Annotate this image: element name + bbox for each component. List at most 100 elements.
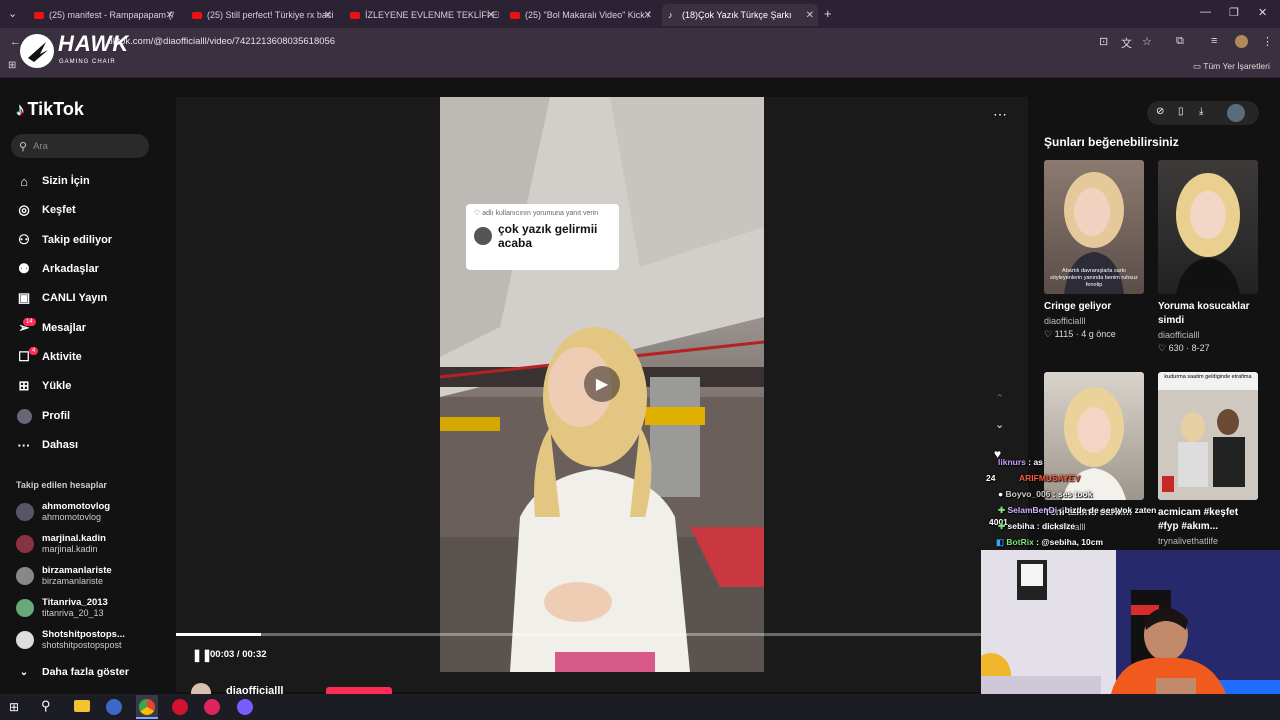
user-avatar[interactable]	[1227, 104, 1245, 122]
reading-list-icon[interactable]: ≡	[1211, 35, 1217, 47]
nav-more[interactable]: ··· Dahası	[16, 437, 79, 453]
all-bookmarks[interactable]: ▭ Tüm Yer İşaretleri	[1193, 61, 1270, 72]
previous-video-icon[interactable]: ⌃	[995, 392, 1004, 405]
nav-label: Arkadaşlar	[42, 263, 99, 275]
video-progress-track[interactable]	[176, 633, 1028, 636]
browser-tab[interactable]: (25) manifest - Rampapapam (/ ✕	[28, 4, 178, 26]
avatar	[16, 630, 34, 649]
avatar	[16, 598, 34, 617]
tab-search-icon[interactable]: ⌄	[8, 7, 17, 20]
close-tab-icon[interactable]: ✕	[806, 10, 814, 21]
chat-message: ARIFMUSAYEV	[1019, 473, 1081, 483]
nav-upload[interactable]: ⊞ Yükle	[16, 378, 72, 394]
follow-button[interactable]	[326, 687, 392, 694]
app-icon[interactable]	[106, 699, 122, 715]
browser-tab-active[interactable]: ♪ (18)Çok Yazık Türkçe Şarkı ✕	[662, 4, 818, 26]
show-more-button[interactable]: ⌄ Daha fazla göster	[16, 664, 129, 680]
download-icon[interactable]: ⤓	[1199, 106, 1203, 117]
nav-activity[interactable]: ☐ Aktivite	[16, 349, 82, 365]
nav-explore[interactable]: ◎ Keşfet	[16, 202, 75, 218]
translate-icon[interactable]: 文	[1121, 35, 1132, 51]
nav-label: Profil	[42, 410, 71, 422]
close-tab-icon[interactable]: ✕	[166, 10, 174, 21]
suggested-video-card[interactable]: Abartılı davranışlarla sarkı söyleyenler…	[1044, 160, 1144, 340]
next-video-icon[interactable]: ⌄	[995, 418, 1004, 431]
close-tab-icon[interactable]: ✕	[487, 10, 495, 21]
tiktok-icon: ♪	[16, 99, 25, 119]
nav-label: Sizin İçin	[42, 175, 90, 187]
close-tab-icon[interactable]: ✕	[644, 10, 652, 21]
bookmark-star-icon[interactable]: ☆	[1142, 35, 1152, 48]
chat-message: liknurs : as	[998, 457, 1043, 467]
chat-message: ● Boyvo_006 : ses took	[998, 489, 1093, 499]
bookmarks-bar	[0, 56, 1280, 78]
nav-live[interactable]: ▣ CANLI Yayın	[16, 290, 107, 306]
opera-icon[interactable]	[172, 699, 188, 715]
file-explorer-icon[interactable]	[74, 700, 90, 712]
account-handle: marjinal.kadin	[42, 544, 98, 554]
nav-label: Mesajlar	[42, 322, 87, 334]
suggested-video-card[interactable]: kudurma saatim geldiginde etrafima acmic…	[1158, 372, 1258, 546]
nav-following[interactable]: ⚇ Takip ediliyor	[16, 232, 112, 248]
taskbar-search-icon[interactable]: ⚲	[41, 698, 51, 714]
minimize-icon[interactable]: —	[1200, 6, 1211, 18]
embed-icon[interactable]: ⊘	[1156, 106, 1164, 117]
followed-account[interactable]: marjinal.kadin marjinal.kadin	[16, 533, 106, 554]
restore-icon[interactable]: ❐	[1229, 6, 1239, 19]
app-icon[interactable]	[204, 699, 220, 715]
nav-profile[interactable]: Profil	[16, 408, 70, 424]
heart-icon: ♡	[474, 210, 481, 217]
folder-icon: ▭	[1193, 61, 1202, 71]
commenter-avatar	[474, 227, 492, 245]
play-button[interactable]: ▶	[584, 366, 620, 402]
account-handle: titanriva_20_13	[42, 608, 104, 618]
card-meta: ♡ 1115 · 4 g önce	[1044, 329, 1116, 339]
tiktok-logo[interactable]: ♪ TikTok	[16, 99, 84, 120]
tiktok-icon: ♪	[668, 9, 673, 20]
nav-friends[interactable]: ⚉ Arkadaşlar	[16, 261, 99, 277]
windows-taskbar	[0, 694, 1280, 720]
heart-icon: ♡	[1158, 343, 1167, 353]
author-name[interactable]: diaofficialll	[226, 685, 283, 694]
discord-icon[interactable]	[237, 699, 253, 715]
profile-avatar[interactable]	[1235, 35, 1248, 48]
new-tab-icon[interactable]: +	[824, 6, 832, 21]
close-window-icon[interactable]: ✕	[1258, 6, 1267, 19]
followed-account[interactable]: Titanriva_2013 titanriva_20_13	[16, 597, 108, 618]
nav-for-you[interactable]: ⌂ Sizin İçin	[16, 173, 90, 189]
apps-grid-icon[interactable]: ⊞	[8, 60, 16, 71]
install-app-icon[interactable]: ⊡	[1099, 35, 1108, 48]
account-handle: birzamanlariste	[42, 576, 104, 586]
browser-tab[interactable]: (25) Still perfect! Türkiye rx baci ✕	[186, 4, 336, 26]
browser-tab-bar: ⌄ (25) manifest - Rampapapam (/ ✕ (25) S…	[0, 0, 1280, 28]
video-more-options-icon[interactable]: ⋯	[993, 106, 1007, 123]
account-name: birzamanlariste	[42, 565, 112, 576]
browser-tab[interactable]: (25) "Bol Makaralı Video" Kick / ✕	[504, 4, 656, 26]
chat-message: ✚ sebiha : dickslze	[998, 521, 1076, 531]
video-thumbnail: kudurma saatim geldiginde etrafima	[1158, 372, 1258, 500]
url-field[interactable]: tiktok.com/@diaofficialll/video/74212136…	[108, 36, 335, 47]
browser-tab[interactable]: İZLEYENE EVLENME TEKLİFİ EDI ✕	[344, 4, 499, 26]
followed-account[interactable]: Shotshitpostops... shotshitpostopspost	[16, 629, 125, 650]
account-name: Shotshitpostops...	[42, 629, 125, 640]
browser-menu-icon[interactable]: ⋮	[1262, 35, 1273, 48]
search-icon: ⚲	[19, 140, 28, 153]
video-frame[interactable]: ♡ adlı kullanıcının yorumuna yanıt verin…	[440, 97, 764, 672]
avatar	[16, 534, 34, 553]
extensions-icon[interactable]: ⧉	[1176, 35, 1184, 48]
followed-account[interactable]: ahmomotovlog ahmomotovlog	[16, 501, 110, 522]
followed-account[interactable]: birzamanlariste birzamanlariste	[16, 565, 112, 586]
phone-icon[interactable]: ▯	[1178, 106, 1184, 117]
account-name: Titanriva_2013	[42, 597, 108, 608]
home-icon: ⌂	[20, 173, 28, 189]
chrome-icon[interactable]	[139, 699, 155, 715]
more-icon: ···	[17, 437, 31, 453]
search-input[interactable]: ⚲ Ara	[11, 134, 149, 158]
close-tab-icon[interactable]: ✕	[324, 10, 332, 21]
windows-start-icon[interactable]: ⊞	[9, 700, 19, 714]
thumbnail-image	[1158, 390, 1258, 500]
card-user: diaofficialll	[1044, 316, 1086, 326]
avatar	[16, 502, 34, 521]
suggested-video-card[interactable]: Yoruma kosucaklar simdi diaofficialll ♡ …	[1158, 160, 1258, 354]
chat-text: ses took	[1057, 489, 1093, 499]
